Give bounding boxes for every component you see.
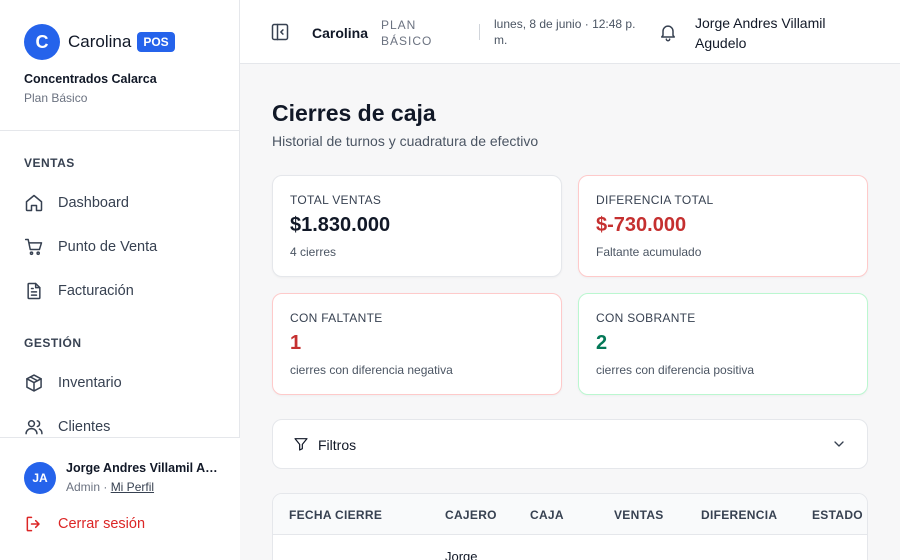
stat-value: $1.830.000	[290, 214, 391, 236]
stat-card-con-sobrante: CON SOBRANTE 2 cierres con diferencia po…	[578, 293, 868, 395]
col-ventas[interactable]: VENTAS	[614, 508, 664, 522]
stat-sub: Faltante acumulado	[596, 245, 702, 259]
page-subtitle: Historial de turnos y cuadratura de efec…	[272, 133, 539, 149]
stat-value: 1	[290, 332, 302, 354]
header-user-name[interactable]: Jorge Andres Villamil Agudelo	[695, 13, 865, 53]
sidebar-divider	[0, 130, 240, 131]
col-cajero[interactable]: CAJERO	[445, 508, 497, 522]
sidebar-item-label: Punto de Venta	[58, 239, 158, 255]
brand[interactable]: C Carolina POS	[24, 24, 175, 60]
company-name: Concentrados Calarca	[24, 72, 157, 86]
sidebar-user-panel: JA Jorge Andres Villamil Ag... Admin · M…	[0, 437, 240, 560]
col-diferencia[interactable]: DIFERENCIA	[701, 508, 777, 522]
pos-badge: POS	[137, 32, 175, 52]
stat-sub: cierres con diferencia negativa	[290, 363, 453, 377]
home-icon	[25, 194, 43, 212]
user-role: Admin · Mi Perfil	[66, 480, 154, 494]
stat-label: CON FALTANTE	[290, 311, 383, 325]
sidebar-item-label: Facturación	[58, 283, 134, 299]
header-company: Carolina	[312, 25, 369, 41]
col-caja[interactable]: CAJA	[530, 508, 564, 522]
sidebar-item-facturacion[interactable]: Facturación	[24, 279, 224, 303]
filters-toggle[interactable]: Filtros	[272, 419, 868, 469]
stat-sub: 4 cierres	[290, 245, 337, 259]
stat-card-diferencia-total: DIFERENCIA TOTAL $-730.000 Faltante acum…	[578, 175, 868, 277]
stat-card-con-faltante: CON FALTANTE 1 cierres con diferencia ne…	[272, 293, 562, 395]
sidebar-item-label: Clientes	[58, 419, 111, 435]
stat-value: 2	[596, 332, 608, 354]
filter-icon	[294, 438, 308, 451]
brand-logo: C	[24, 24, 60, 60]
sidebar-item-label: Dashboard	[58, 195, 129, 211]
stat-card-total-ventas: TOTAL VENTAS $1.830.000 4 cierres	[272, 175, 562, 277]
user-name: Jorge Andres Villamil Ag...	[66, 461, 222, 475]
section-label-gestion: GESTIÓN	[24, 336, 82, 350]
avatar[interactable]: JA	[24, 462, 56, 494]
brand-name: Carolina	[68, 32, 132, 51]
header-datetime: lunes, 8 de junio · 12:48 p. m.	[494, 17, 636, 47]
company-plan: Plan Básico	[24, 91, 88, 105]
sidebar-item-dashboard[interactable]: Dashboard	[24, 191, 224, 215]
col-estado[interactable]: ESTADO	[812, 508, 863, 522]
stat-value: $-730.000	[596, 214, 687, 236]
sidebar: C Carolina POS Concentrados Calarca Plan…	[0, 0, 240, 560]
cart-icon	[24, 238, 43, 256]
sidebar-item-label: Inventario	[58, 375, 122, 391]
chevron-down-icon	[834, 441, 844, 447]
logout-button[interactable]: Cerrar sesión	[24, 514, 145, 534]
sidebar-item-punto-de-venta[interactable]: Punto de Venta	[24, 235, 224, 259]
section-label-ventas: VENTAS	[24, 156, 75, 170]
stat-label: TOTAL VENTAS	[290, 193, 382, 207]
stat-sub: cierres con diferencia positiva	[596, 363, 755, 377]
header-separator	[479, 24, 480, 40]
logout-icon	[26, 516, 40, 532]
box-icon	[26, 374, 42, 392]
profile-link[interactable]: Mi Perfil	[111, 480, 154, 494]
filters-label: Filtros	[318, 437, 357, 453]
table-cell-cajero: Jorge	[445, 549, 478, 560]
sidebar-toggle-icon[interactable]	[270, 22, 290, 42]
bell-icon[interactable]	[658, 22, 678, 42]
table-header: FECHA CIERRE CAJERO CAJA VENTAS DIFERENC…	[273, 494, 867, 535]
top-header: Carolina PLAN BÁSICO lunes, 8 de junio ·…	[240, 0, 900, 64]
page-title: Cierres de caja	[272, 100, 436, 126]
closures-table: FECHA CIERRE CAJERO CAJA VENTAS DIFERENC…	[272, 493, 868, 560]
stat-label: DIFERENCIA TOTAL	[596, 193, 714, 207]
role-separator: ·	[100, 480, 111, 494]
sidebar-item-inventario[interactable]: Inventario	[24, 371, 224, 395]
stat-label: CON SOBRANTE	[596, 311, 696, 325]
col-fecha-cierre[interactable]: FECHA CIERRE	[289, 508, 382, 522]
logout-label: Cerrar sesión	[58, 516, 146, 532]
users-icon	[25, 420, 43, 435]
sidebar-item-clientes[interactable]: Clientes	[24, 415, 224, 439]
file-text-icon	[27, 282, 41, 300]
user-role-text: Admin	[66, 480, 101, 494]
header-plan: PLAN BÁSICO	[381, 18, 433, 48]
